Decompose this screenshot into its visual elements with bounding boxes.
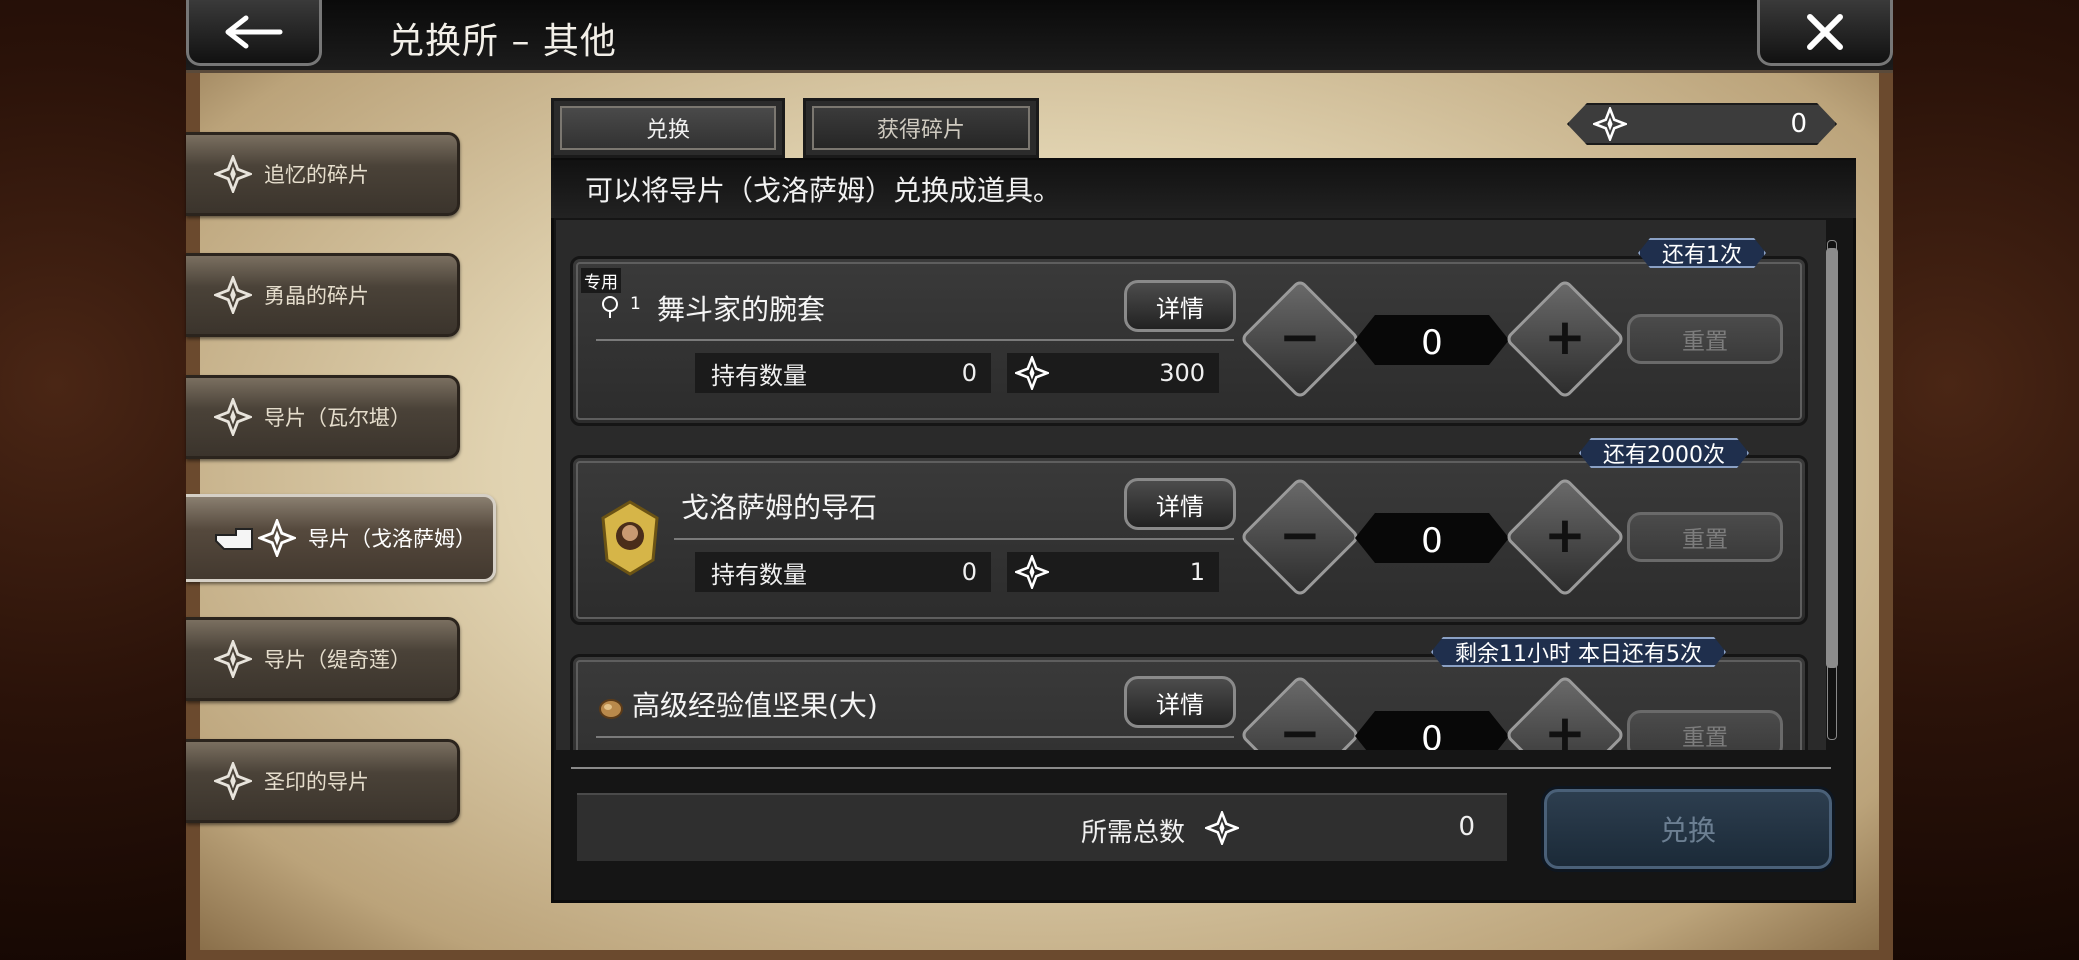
quantity-display: 0 [1355, 711, 1509, 750]
sidebar-item-guide-golosam[interactable]: 导片（戈洛萨姆） [186, 494, 496, 582]
divider [596, 339, 1234, 341]
plus-icon: + [1544, 506, 1586, 564]
total-bar: 所需总数 0 [577, 793, 1507, 861]
shard-icon [258, 519, 296, 557]
minus-icon: − [1279, 704, 1321, 750]
sidebar-item-label: 追忆的碎片 [264, 163, 369, 187]
cost-value: 300 [1159, 359, 1205, 387]
owned-label: 持有数量 [711, 361, 807, 390]
sidebar-item-label: 勇晶的碎片 [264, 284, 369, 308]
guide-stone-icon [601, 500, 659, 576]
currency-value: 0 [1790, 109, 1807, 139]
shard-icon [214, 276, 252, 314]
back-button[interactable] [186, 0, 322, 66]
tab-get-fragments[interactable]: 获得碎片 [803, 98, 1039, 158]
shard-icon [214, 155, 252, 193]
arrow-left-icon [225, 15, 283, 48]
pointing-hand-icon [215, 528, 253, 550]
shard-icon [1015, 555, 1049, 589]
sidebar-item-label: 导片（缇奇莲） [264, 648, 411, 672]
sidebar-item-seal-guide[interactable]: 圣印的导片 [186, 739, 460, 823]
quantity-display: 0 [1355, 513, 1509, 563]
plus-icon: + [1544, 308, 1586, 366]
owned-quantity: 持有数量 0 [695, 552, 991, 592]
detail-button[interactable]: 详情 [1124, 280, 1236, 332]
item-name: 戈洛萨姆的导石 [681, 491, 878, 524]
description-bar: 可以将导片（戈洛萨姆）兑换成道具。 [551, 160, 1856, 218]
cost-display: 1 [1007, 552, 1219, 592]
plus-icon: + [1544, 704, 1586, 750]
reset-button[interactable]: 重置 [1627, 512, 1783, 562]
minus-icon: − [1279, 506, 1321, 564]
sidebar-item-guide-tiqilian[interactable]: 导片（缇奇莲） [186, 617, 460, 701]
exclusive-label: 专用 [581, 268, 621, 293]
total-value: 0 [1458, 812, 1475, 842]
shard-icon [1015, 356, 1049, 390]
reset-button[interactable]: 重置 [1627, 314, 1783, 364]
nut-icon [599, 699, 623, 719]
lock-icon [602, 296, 618, 318]
sidebar-item-memory-fragment[interactable]: 追忆的碎片 [186, 132, 460, 216]
close-icon [1807, 13, 1843, 50]
minus-icon: − [1279, 308, 1321, 366]
tab-exchange[interactable]: 兑换 [551, 98, 785, 158]
close-button[interactable] [1757, 0, 1893, 66]
tab-label: 兑换 [560, 106, 776, 150]
sidebar-item-label: 圣印的导片 [264, 770, 369, 794]
background-left [0, 0, 186, 960]
limit-badge: 还有1次 [1638, 238, 1766, 268]
cost-value: 1 [1189, 558, 1205, 586]
tab-label: 获得碎片 [812, 106, 1030, 150]
detail-button[interactable]: 详情 [1124, 676, 1236, 728]
owned-value: 0 [961, 558, 977, 586]
item-name: 高级经验值坚果(大) [632, 689, 878, 722]
divider [596, 736, 1234, 738]
limit-badge: 还有2000次 [1579, 438, 1749, 468]
shard-icon [1593, 107, 1627, 141]
detail-button[interactable]: 详情 [1124, 478, 1236, 530]
divider [674, 538, 1234, 540]
exchange-button[interactable]: 兑换 [1544, 789, 1832, 869]
scrollbar-thumb[interactable] [1826, 248, 1838, 668]
item-name: 舞斗家的腕套 [657, 293, 826, 326]
cost-display: 300 [1007, 353, 1219, 393]
sidebar-item-guide-vulcan[interactable]: 导片（瓦尔堪） [186, 375, 460, 459]
owned-value: 0 [961, 359, 977, 387]
currency-display: 0 [1567, 103, 1837, 145]
limit-badge: 剩余11小时 本日还有5次 [1431, 637, 1726, 667]
footer-divider [571, 767, 1831, 769]
shard-icon [1205, 811, 1239, 845]
background-right [1893, 0, 2079, 960]
exclusive-count: 1 [630, 294, 641, 314]
shard-icon [214, 398, 252, 436]
sidebar-item-label: 导片（戈洛萨姆） [308, 527, 476, 551]
owned-label: 持有数量 [711, 560, 807, 589]
shard-icon [214, 762, 252, 800]
quantity-display: 0 [1355, 315, 1509, 365]
sidebar-item-label: 导片（瓦尔堪） [264, 406, 411, 430]
page-title: 兑换所 – 其他 [388, 21, 617, 62]
owned-quantity: 持有数量 0 [695, 353, 991, 393]
sidebar-item-brave-crystal-fragment[interactable]: 勇晶的碎片 [186, 253, 460, 337]
total-label: 所需总数 [1081, 818, 1186, 848]
shard-icon [214, 640, 252, 678]
reset-button[interactable]: 重置 [1627, 710, 1783, 750]
